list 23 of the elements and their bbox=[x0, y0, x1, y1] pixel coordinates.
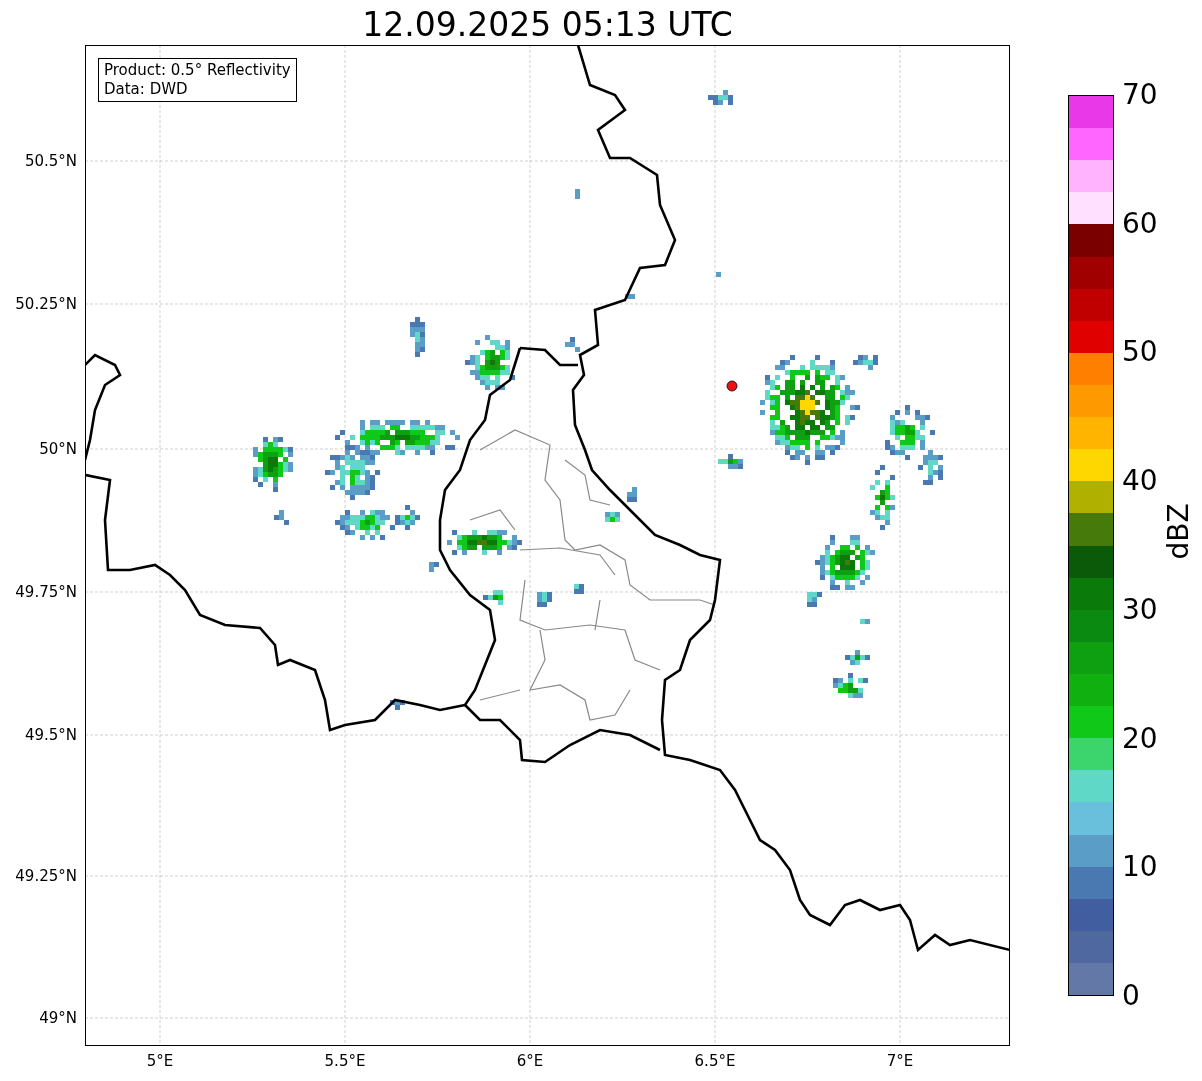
longitude-tick-label: 6°E bbox=[516, 1052, 544, 1070]
info-box: Product: 0.5° Reflectivity Data: DWD bbox=[98, 58, 297, 102]
longitude-tick-label: 6.5°E bbox=[694, 1052, 736, 1070]
colorbar-tick-label: 0 bbox=[1122, 980, 1140, 1012]
colorbar-tick-label: 60 bbox=[1122, 207, 1158, 240]
chart-title: 12.09.2025 05:13 UTC bbox=[361, 5, 734, 45]
colorbar-tick-label: 30 bbox=[1122, 593, 1158, 626]
colorbar-tick-label: 10 bbox=[1122, 851, 1158, 884]
latitude-tick-label: 49°N bbox=[39, 1009, 77, 1027]
colorbar-label: dBZ bbox=[1161, 502, 1195, 562]
latitude-tick-label: 49.5°N bbox=[24, 726, 77, 744]
latitude-tick-label: 50.25°N bbox=[15, 295, 77, 313]
colorbar-tick-label: 20 bbox=[1122, 722, 1158, 755]
latitude-tick-label: 49.75°N bbox=[15, 583, 77, 601]
longitude-tick-label: 5.5°E bbox=[324, 1052, 366, 1070]
latitude-tick-label: 49.25°N bbox=[15, 867, 77, 885]
latitude-tick-label: 50.5°N bbox=[24, 152, 77, 170]
colorbar-tick-label: 40 bbox=[1122, 465, 1158, 498]
latitude-tick-label: 50°N bbox=[39, 440, 77, 458]
longitude-tick-label: 5°E bbox=[146, 1052, 174, 1070]
longitude-tick-label: 7°E bbox=[886, 1052, 914, 1070]
colorbar-tick-label: 70 bbox=[1122, 79, 1158, 111]
colorbar-tick-label: 50 bbox=[1122, 336, 1158, 369]
